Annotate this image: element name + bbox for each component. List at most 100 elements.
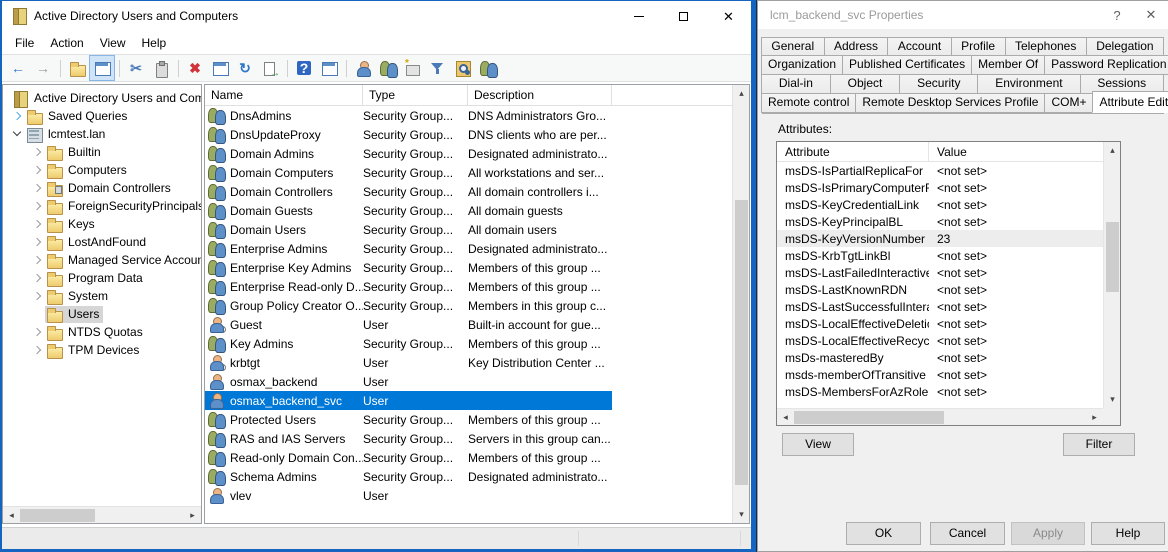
attribute-horizontal-scrollbar[interactable]: ◂ ▸ bbox=[777, 408, 1103, 425]
cut-icon[interactable]: ✂ bbox=[124, 56, 148, 80]
back-icon[interactable]: ← bbox=[6, 56, 30, 80]
tab[interactable]: Password Replication bbox=[1044, 55, 1168, 75]
maximize-button[interactable] bbox=[661, 1, 706, 31]
scroll-left-icon[interactable]: ◂ bbox=[3, 507, 20, 524]
tab[interactable]: Dial-in bbox=[761, 74, 831, 94]
tab[interactable]: General bbox=[761, 37, 825, 56]
chevron-icon[interactable] bbox=[31, 146, 43, 158]
tab[interactable]: Environment bbox=[977, 74, 1080, 94]
properties-window-icon[interactable] bbox=[208, 56, 232, 80]
attribute-row[interactable]: msDS-LastFailedInteractiveL... <not set> bbox=[777, 264, 1103, 281]
tab[interactable]: Account bbox=[887, 37, 951, 56]
attribute-vertical-scrollbar[interactable]: ▴ ▾ bbox=[1103, 142, 1120, 408]
osmax_backend[interactable]: osmax_backend User bbox=[205, 372, 612, 391]
help-button[interactable]: Help bbox=[1091, 522, 1165, 545]
Domain Controllers[interactable]: Domain Controllers Security Group... All… bbox=[205, 182, 612, 201]
scroll-down-icon[interactable]: ▾ bbox=[733, 506, 750, 523]
tab[interactable]: Security bbox=[899, 74, 978, 94]
attribute-row[interactable]: msds-memberOfTransitive <not set> bbox=[777, 366, 1103, 383]
attribute-row[interactable]: msDS-KeyPrincipalBL <not set> bbox=[777, 213, 1103, 230]
tree-item[interactable]: Builtin bbox=[3, 143, 201, 161]
tree-horizontal-scrollbar[interactable]: ◂ ▸ bbox=[3, 506, 201, 523]
scroll-left-icon[interactable]: ◂ bbox=[777, 409, 794, 426]
Protected Users[interactable]: Protected Users Security Group... Member… bbox=[205, 410, 612, 429]
Domain Guests[interactable]: Domain Guests Security Group... All doma… bbox=[205, 201, 612, 220]
osmax_backend_svc[interactable]: osmax_backend_svc User bbox=[205, 391, 612, 410]
Group Policy Creator O...[interactable]: Group Policy Creator O... Security Group… bbox=[205, 296, 612, 315]
delete-icon[interactable]: ✖ bbox=[183, 56, 207, 80]
tab[interactable]: Profile bbox=[951, 37, 1006, 56]
chevron-icon[interactable] bbox=[31, 344, 43, 356]
tree-item[interactable]: lcmtest.lan bbox=[3, 125, 201, 143]
tab[interactable]: Attribute Editor bbox=[1092, 91, 1168, 113]
chevron-icon[interactable] bbox=[11, 110, 23, 122]
Enterprise Admins[interactable]: Enterprise Admins Security Group... Desi… bbox=[205, 239, 612, 258]
chevron-icon[interactable] bbox=[31, 200, 43, 212]
tree-item[interactable]: NTDS Quotas bbox=[3, 323, 201, 341]
attribute-row[interactable]: msDS-MembersForAzRoleBL <not set> bbox=[777, 383, 1103, 400]
menu-item[interactable]: Action bbox=[42, 34, 91, 52]
tree-item[interactable]: ForeignSecurityPrincipals bbox=[3, 197, 201, 215]
vlev[interactable]: vlev User bbox=[205, 486, 612, 505]
dialog-help-button[interactable]: ? bbox=[1100, 1, 1134, 29]
column-header[interactable]: Description bbox=[468, 85, 612, 105]
tab[interactable]: Telephones bbox=[1005, 37, 1087, 56]
dialog-title-bar[interactable]: lcm_backend_svc Properties ? ✕ bbox=[758, 1, 1168, 29]
tree-item[interactable]: LostAndFound bbox=[3, 233, 201, 251]
tree-item[interactable]: Computers bbox=[3, 161, 201, 179]
chevron-icon[interactable] bbox=[31, 236, 43, 248]
chevron-icon[interactable] bbox=[31, 290, 43, 302]
ok-button[interactable]: OK bbox=[846, 522, 921, 545]
find-icon[interactable] bbox=[451, 56, 475, 80]
tab[interactable]: Remote control bbox=[761, 93, 856, 113]
attribute-row[interactable]: msDS-LastSuccessfulIntera... <not set> bbox=[777, 298, 1103, 315]
chevron-icon[interactable] bbox=[31, 308, 43, 320]
tree-item[interactable]: Users bbox=[3, 305, 201, 323]
view-window-icon[interactable] bbox=[317, 56, 341, 80]
attribute-row[interactable]: msDS-KrbTgtLinkBl <not set> bbox=[777, 247, 1103, 264]
Domain Users[interactable]: Domain Users Security Group... All domai… bbox=[205, 220, 612, 239]
delegate-icon[interactable] bbox=[476, 56, 500, 80]
minimize-button[interactable] bbox=[616, 1, 661, 31]
cancel-button[interactable]: Cancel bbox=[930, 522, 1005, 545]
chevron-icon[interactable] bbox=[31, 182, 43, 194]
column-header[interactable]: Name bbox=[205, 85, 363, 105]
attribute-row[interactable]: msDS-LastKnownRDN <not set> bbox=[777, 281, 1103, 298]
scroll-right-icon[interactable]: ▸ bbox=[1086, 409, 1103, 426]
DnsAdmins[interactable]: DnsAdmins Security Group... DNS Administ… bbox=[205, 106, 612, 125]
tree-item[interactable]: TPM Devices bbox=[3, 341, 201, 359]
tab[interactable]: COM+ bbox=[1044, 93, 1093, 113]
krbtgt[interactable]: krbtgt User Key Distribution Center ... bbox=[205, 353, 612, 372]
new-group-icon[interactable] bbox=[376, 56, 400, 80]
tree-item[interactable]: System bbox=[3, 287, 201, 305]
attribute-row[interactable]: msDS-KeyCredentialLink <not set> bbox=[777, 196, 1103, 213]
chevron-icon[interactable] bbox=[31, 254, 43, 266]
tab[interactable]: Organization bbox=[761, 55, 843, 75]
Guest[interactable]: Guest User Built-in account for gue... bbox=[205, 315, 612, 334]
scroll-thumb[interactable] bbox=[20, 509, 95, 522]
attribute-column-header[interactable]: Attribute bbox=[777, 142, 929, 161]
scroll-thumb[interactable] bbox=[1106, 222, 1119, 292]
chevron-icon[interactable] bbox=[31, 164, 43, 176]
new-user-icon[interactable] bbox=[351, 56, 375, 80]
chevron-icon[interactable] bbox=[11, 128, 23, 140]
filter-button[interactable]: Filter bbox=[1063, 433, 1135, 456]
Key Admins[interactable]: Key Admins Security Group... Members of … bbox=[205, 334, 612, 353]
scroll-thumb[interactable] bbox=[735, 200, 748, 485]
menu-item[interactable]: Help bbox=[134, 34, 175, 52]
RAS and IAS Servers[interactable]: RAS and IAS Servers Security Group... Se… bbox=[205, 429, 612, 448]
tab[interactable]: Published Certificates bbox=[842, 55, 972, 75]
tree-item[interactable]: Managed Service Accounts bbox=[3, 251, 201, 269]
menu-item[interactable]: View bbox=[92, 34, 134, 52]
menu-item[interactable]: File bbox=[7, 34, 42, 52]
show-console-tree-icon[interactable] bbox=[90, 56, 114, 80]
Schema Admins[interactable]: Schema Admins Security Group... Designat… bbox=[205, 467, 612, 486]
tab[interactable]: Address bbox=[824, 37, 889, 56]
Domain Admins[interactable]: Domain Admins Security Group... Designat… bbox=[205, 144, 612, 163]
chevron-icon[interactable] bbox=[31, 326, 43, 338]
close-button[interactable]: ✕ bbox=[706, 1, 751, 31]
tree-item[interactable]: Keys bbox=[3, 215, 201, 233]
Enterprise Key Admins[interactable]: Enterprise Key Admins Security Group... … bbox=[205, 258, 612, 277]
chevron-icon[interactable] bbox=[31, 218, 43, 230]
scroll-up-icon[interactable]: ▴ bbox=[1104, 142, 1121, 159]
